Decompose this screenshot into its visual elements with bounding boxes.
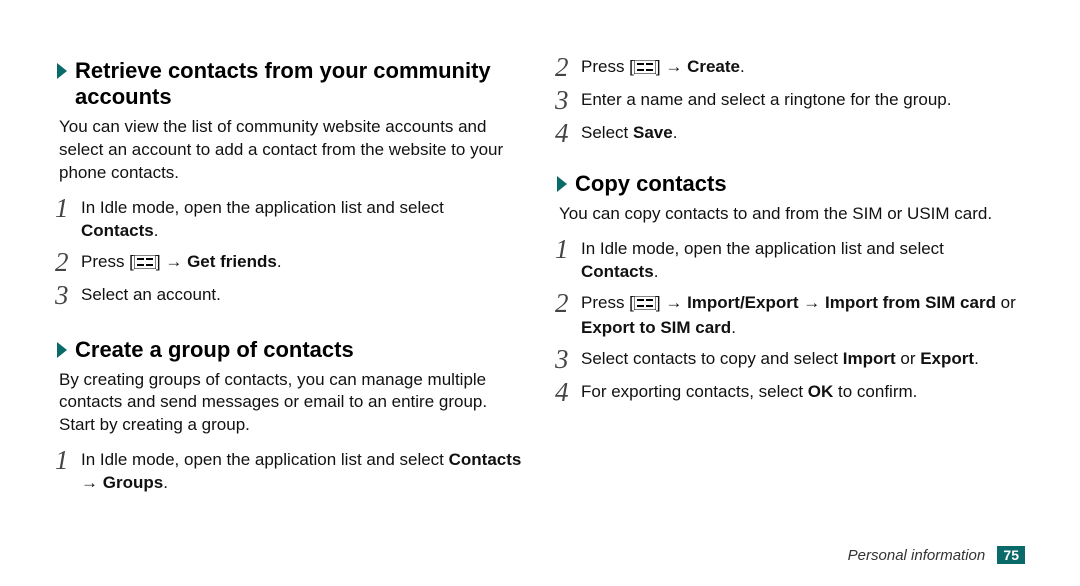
step-frag: . <box>740 57 745 76</box>
step-text: In Idle mode, open the application list … <box>81 447 525 495</box>
step-number: 2 <box>555 54 581 81</box>
step-frag: ] → <box>656 293 687 312</box>
step-frag: . <box>654 262 659 281</box>
section-title: Create a group of contacts <box>75 337 525 363</box>
step-frag: . <box>154 221 159 240</box>
step-text: Press [ ] → Create. <box>581 54 1025 81</box>
step-frag: For exporting contacts, select <box>581 382 808 401</box>
step-bold: Create <box>687 57 740 76</box>
step-number: 1 <box>55 447 81 474</box>
page: Retrieve contacts from your community ac… <box>0 0 1080 586</box>
chevron-right-icon <box>55 340 69 360</box>
section-head-copy: Copy contacts <box>555 171 1025 197</box>
step-bold: OK <box>808 382 834 401</box>
step-row: 3 Select an account. <box>55 282 525 309</box>
step-frag: In Idle mode, open the application list … <box>81 198 444 217</box>
step-row: 2 Press [ ] → Get friends. <box>55 249 525 276</box>
step-frag: . <box>163 473 168 492</box>
step-frag: . <box>974 349 979 368</box>
section-head-retrieve: Retrieve contacts from your community ac… <box>55 58 525 110</box>
left-column: Retrieve contacts from your community ac… <box>55 50 525 586</box>
step-bold: Contacts <box>449 450 522 469</box>
step-number: 2 <box>555 290 581 317</box>
step-row: 1 In Idle mode, open the application lis… <box>55 195 525 243</box>
step-frag: or <box>996 293 1016 312</box>
step-number: 1 <box>55 195 81 222</box>
step-frag: In Idle mode, open the application list … <box>81 450 449 469</box>
page-number: 75 <box>997 546 1025 564</box>
menu-icon <box>634 58 656 81</box>
step-number: 1 <box>555 236 581 263</box>
section-head-create-group: Create a group of contacts <box>55 337 525 363</box>
page-footer: Personal information 75 <box>848 546 1025 564</box>
menu-icon <box>134 253 156 276</box>
step-number: 4 <box>555 120 581 147</box>
step-text: Press [ ] → Import/Export → Import from S… <box>581 290 1025 340</box>
step-bold: Export to SIM card <box>581 318 731 337</box>
step-frag: . <box>277 252 282 271</box>
step-text: Press [ ] → Get friends. <box>81 249 525 276</box>
step-text: For exporting contacts, select OK to con… <box>581 379 1025 404</box>
step-frag: to confirm. <box>833 382 917 401</box>
step-bold: Import/Export <box>687 293 798 312</box>
step-bold: Import <box>843 349 896 368</box>
step-frag: Press [ <box>581 57 634 76</box>
chevron-right-icon <box>55 61 69 81</box>
step-frag: In Idle mode, open the application list … <box>581 239 944 258</box>
step-row: 3 Enter a name and select a ringtone for… <box>555 87 1025 114</box>
footer-text: Personal information <box>848 547 986 564</box>
step-row: 1 In Idle mode, open the application lis… <box>55 447 525 495</box>
right-column: 2 Press [ ] → Create. 3 Enter a name and … <box>555 50 1025 586</box>
step-text: In Idle mode, open the application list … <box>81 195 525 243</box>
step-row: 4 Select Save. <box>555 120 1025 147</box>
step-number: 4 <box>555 379 581 406</box>
step-text: Select Save. <box>581 120 1025 145</box>
step-frag: . <box>673 123 678 142</box>
step-frag: ] → <box>656 57 687 76</box>
step-text: In Idle mode, open the application list … <box>581 236 1025 284</box>
step-row: 3 Select contacts to copy and select Imp… <box>555 346 1025 373</box>
step-number: 3 <box>55 282 81 309</box>
step-row: 2 Press [ ] → Import/Export → Import from… <box>555 290 1025 340</box>
step-row: 2 Press [ ] → Create. <box>555 54 1025 81</box>
step-frag: . <box>731 318 736 337</box>
step-text: Enter a name and select a ringtone for t… <box>581 87 1025 112</box>
step-frag: → <box>81 473 103 492</box>
step-row: 1 In Idle mode, open the application lis… <box>555 236 1025 284</box>
chevron-right-icon <box>555 174 569 194</box>
step-bold: Contacts <box>81 221 154 240</box>
step-frag: → <box>799 293 825 312</box>
section-intro: You can view the list of community websi… <box>55 116 525 185</box>
step-row: 4 For exporting contacts, select OK to c… <box>555 379 1025 406</box>
menu-icon <box>634 294 656 317</box>
step-number: 2 <box>55 249 81 276</box>
step-bold: Groups <box>103 473 163 492</box>
step-frag: or <box>896 349 921 368</box>
step-frag: Select <box>581 123 633 142</box>
step-bold: Contacts <box>581 262 654 281</box>
section-intro: You can copy contacts to and from the SI… <box>555 203 1025 226</box>
step-bold: Import from SIM card <box>825 293 996 312</box>
step-text: Select contacts to copy and select Impor… <box>581 346 1025 371</box>
step-bold: Get friends <box>187 252 277 271</box>
step-text: Select an account. <box>81 282 525 307</box>
step-number: 3 <box>555 346 581 373</box>
spacer <box>555 153 1025 163</box>
step-frag: Press [ <box>581 293 634 312</box>
step-frag: ] → <box>156 252 187 271</box>
step-bold: Save <box>633 123 673 142</box>
section-title: Copy contacts <box>575 171 1025 197</box>
step-number: 3 <box>555 87 581 114</box>
step-frag: Select contacts to copy and select <box>581 349 843 368</box>
step-bold: Export <box>920 349 974 368</box>
section-intro: By creating groups of contacts, you can … <box>55 369 525 438</box>
step-frag: Press [ <box>81 252 134 271</box>
spacer <box>55 315 525 329</box>
section-title: Retrieve contacts from your community ac… <box>75 58 525 110</box>
